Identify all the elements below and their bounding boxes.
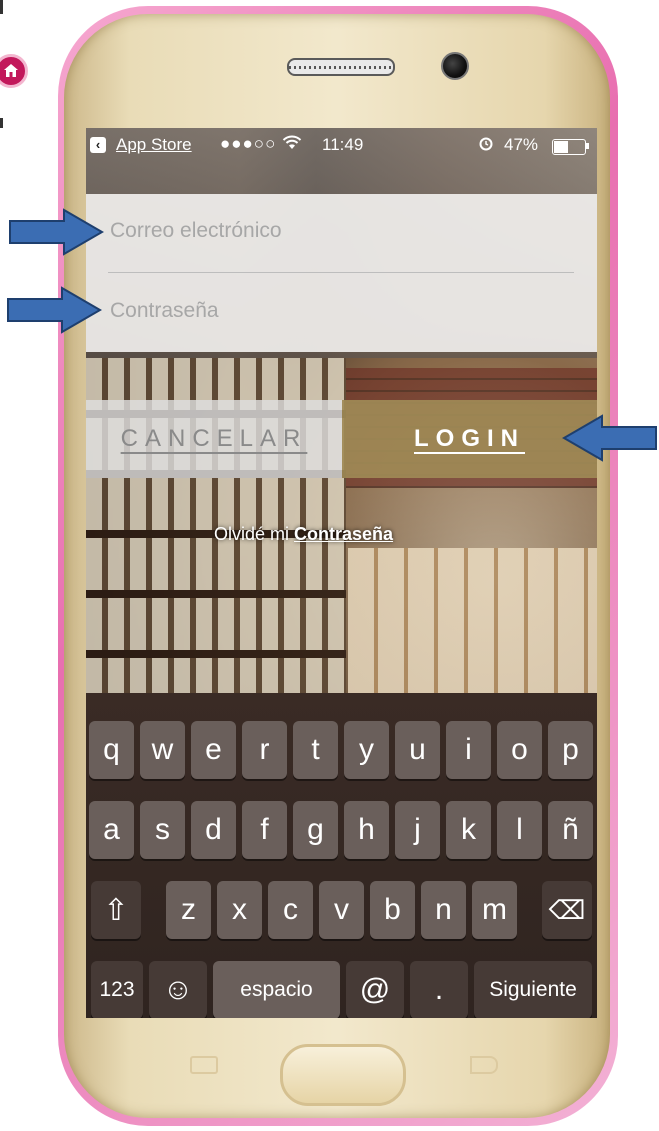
battery-icon [552, 139, 586, 155]
password-field[interactable] [108, 286, 578, 336]
forgot-password-link[interactable]: Contraseña [294, 524, 393, 544]
cancel-button[interactable]: CANCELAR [86, 400, 342, 478]
key-p[interactable]: p [548, 721, 593, 779]
key-r[interactable]: r [242, 721, 287, 779]
key-h[interactable]: h [344, 801, 389, 859]
signal-strength: ●●●○○ [220, 134, 277, 153]
key-f[interactable]: f [242, 801, 287, 859]
email-field[interactable] [108, 206, 578, 256]
home-icon[interactable] [0, 54, 28, 88]
numbers-key[interactable]: 123 [91, 961, 143, 1018]
field-divider [108, 272, 574, 273]
home-glyph [4, 64, 18, 77]
forgot-password: Olvidé mi Contraseña [214, 524, 393, 545]
forgot-password-prefix: Olvidé mi [214, 524, 290, 544]
status-time: 11:49 [322, 135, 364, 154]
key-s[interactable]: s [140, 801, 185, 859]
login-button-label: LOGIN [414, 425, 525, 452]
key-k[interactable]: k [446, 801, 491, 859]
key-e[interactable]: e [191, 721, 236, 779]
back-key[interactable] [470, 1056, 498, 1074]
key-j[interactable]: j [395, 801, 440, 859]
key-v[interactable]: v [319, 881, 364, 939]
key-c[interactable]: c [268, 881, 313, 939]
arrow-password-icon [7, 286, 102, 334]
space-key[interactable]: espacio [213, 961, 340, 1018]
corner-mark [0, 118, 3, 128]
arrow-email-icon [9, 208, 104, 256]
key-i[interactable]: i [446, 721, 491, 779]
login-button[interactable]: LOGIN [342, 400, 597, 478]
key-q[interactable]: q [89, 721, 134, 779]
key-a[interactable]: a [89, 801, 134, 859]
key-t[interactable]: t [293, 721, 338, 779]
home-button[interactable] [280, 1044, 406, 1106]
key-ñ[interactable]: ñ [548, 801, 593, 859]
shift-key[interactable]: ⇧ [91, 881, 141, 939]
background-pastry-case [348, 548, 597, 693]
key-o[interactable]: o [497, 721, 542, 779]
battery-fill [554, 141, 568, 153]
battery-tip [586, 143, 589, 149]
alarm-icon [479, 135, 493, 156]
key-z[interactable]: z [166, 881, 211, 939]
key-n[interactable]: n [421, 881, 466, 939]
key-l[interactable]: l [497, 801, 542, 859]
back-to-app-link[interactable]: App Store [116, 135, 192, 155]
emoji-key[interactable]: ☺ [149, 961, 207, 1018]
front-camera [441, 52, 469, 80]
speaker-grille [287, 58, 395, 76]
key-d[interactable]: d [191, 801, 236, 859]
key-w[interactable]: w [140, 721, 185, 779]
key-g[interactable]: g [293, 801, 338, 859]
key-b[interactable]: b [370, 881, 415, 939]
key-y[interactable]: y [344, 721, 389, 779]
phone-screen: ‹ App Store ●●●○○ 11:49 47% CANCELAR LOG… [86, 128, 597, 1018]
cancel-button-label: CANCELAR [120, 425, 308, 452]
corner-mark [0, 0, 3, 14]
battery-percent: 47% [504, 135, 539, 154]
at-key[interactable]: @ [346, 961, 404, 1018]
next-key[interactable]: Siguiente [474, 961, 592, 1018]
key-x[interactable]: x [217, 881, 262, 939]
back-chevron-icon[interactable]: ‹ [90, 137, 106, 153]
delete-key[interactable]: ⌫ [542, 881, 592, 939]
wifi-icon [282, 134, 302, 155]
status-bar: ‹ App Store ●●●○○ 11:49 47% [86, 128, 597, 162]
dot-key[interactable]: . [410, 961, 468, 1018]
key-u[interactable]: u [395, 721, 440, 779]
arrow-login-icon [562, 414, 657, 462]
recent-apps-key[interactable] [190, 1056, 218, 1074]
key-m[interactable]: m [472, 881, 517, 939]
keyboard: qwertyuiop asdfghjklñ zxcvbnm ⇧ ⌫ 123 ☺ … [86, 693, 597, 1018]
